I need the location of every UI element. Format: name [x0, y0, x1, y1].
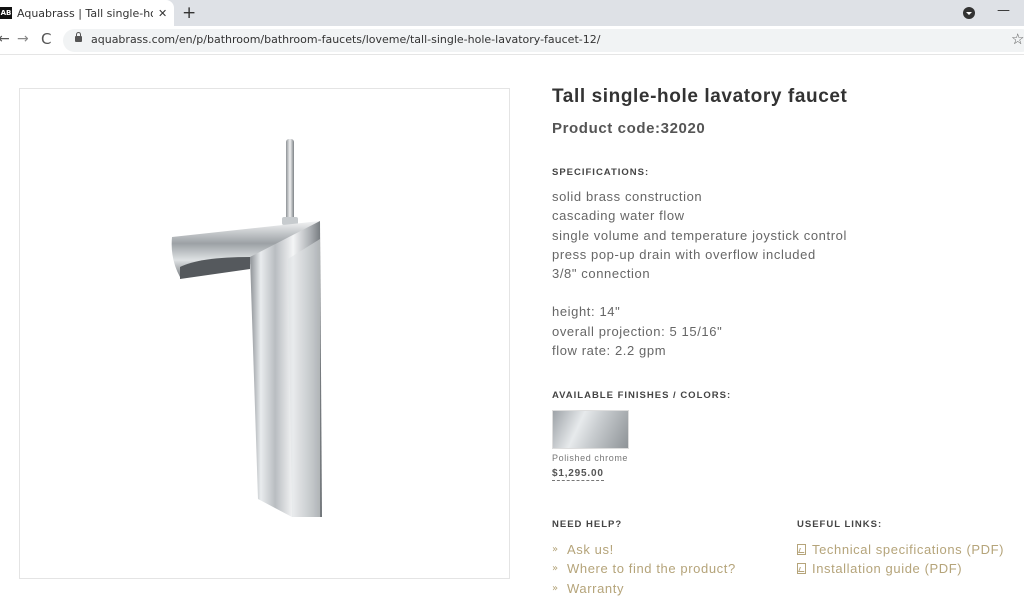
forward-button[interactable]: →	[17, 31, 29, 47]
dimension-item: flow rate: 2.2 gpm	[552, 343, 667, 359]
help-links: » Ask us! » Where to find the product? »…	[552, 540, 736, 598]
url-text[interactable]: aquabrass.com/en/p/bathroom/bathroom-fau…	[91, 33, 600, 46]
new-tab-button[interactable]: +	[182, 3, 196, 23]
chevron-right-icon: »	[552, 563, 558, 575]
specifications-heading: SPECIFICATIONS:	[552, 167, 650, 178]
useful-link-install-guide[interactable]: Installation guide (PDF)	[797, 559, 1004, 578]
product-image	[19, 88, 510, 579]
reload-button[interactable]: C	[41, 30, 51, 48]
close-tab-icon[interactable]: ✕	[158, 7, 167, 20]
minimize-window-button[interactable]: —	[997, 3, 1010, 18]
feature-list: solid brass construction cascading water…	[552, 187, 1022, 283]
link-label[interactable]: Warranty	[567, 579, 624, 598]
dimension-item: overall projection: 5 15/16"	[552, 323, 723, 339]
product-code: Product code:32020	[552, 120, 706, 137]
browser-toolbar: ← → C aquabrass.com/en/p/bathroom/bathro…	[0, 26, 1024, 55]
feature-item: cascading water flow	[552, 208, 685, 224]
dimension-item: height: 14"	[552, 304, 621, 320]
profile-menu-icon[interactable]	[963, 7, 975, 19]
product-title: Tall single-hole lavatory faucet	[552, 86, 848, 107]
browser-tabbar: AB Aquabrass | Tall single-hole lavat ✕ …	[0, 0, 1024, 26]
feature-item: 3/8" connection	[552, 266, 651, 282]
bookmark-star-icon[interactable]: ☆	[1011, 30, 1024, 48]
site-favicon: AB	[0, 7, 12, 19]
tab-title: Aquabrass | Tall single-hole lavat	[17, 6, 153, 20]
feature-item: solid brass construction	[552, 189, 703, 204]
dimension-list: height: 14" overall projection: 5 15/16"…	[552, 302, 1022, 360]
useful-links-heading: USEFUL LINKS:	[797, 519, 883, 530]
faucet-illustration	[171, 139, 322, 517]
link-label[interactable]: Technical specifications (PDF)	[812, 540, 1004, 559]
useful-links: Technical specifications (PDF) Installat…	[797, 540, 1004, 579]
address-bar[interactable]: aquabrass.com/en/p/bathroom/bathroom-fau…	[63, 29, 1024, 52]
product-price[interactable]: $1,295.00	[552, 468, 604, 481]
need-help-heading: NEED HELP?	[552, 519, 623, 530]
finish-name: Polished chrome	[552, 453, 629, 463]
link-label[interactable]: Ask us!	[567, 540, 614, 559]
pdf-icon	[797, 563, 806, 575]
link-label[interactable]: Installation guide (PDF)	[812, 559, 962, 578]
finish-swatch-polished-chrome[interactable]	[552, 410, 629, 449]
feature-item: single volume and temperature joystick c…	[552, 227, 847, 243]
browser-tab[interactable]: AB Aquabrass | Tall single-hole lavat ✕	[0, 0, 174, 26]
pdf-icon	[797, 544, 806, 556]
help-link-ask-us[interactable]: » Ask us!	[552, 540, 736, 559]
help-link-where-to-find[interactable]: » Where to find the product?	[552, 559, 736, 578]
useful-link-tech-specs[interactable]: Technical specifications (PDF)	[797, 540, 1004, 559]
feature-item: press pop-up drain with overflow include…	[552, 246, 816, 262]
product-details: Tall single-hole lavatory faucet Product…	[552, 86, 1022, 360]
lock-icon[interactable]	[75, 32, 82, 42]
finishes-heading: AVAILABLE FINISHES / COLORS:	[552, 390, 732, 401]
back-button[interactable]: ←	[0, 31, 10, 47]
help-link-warranty[interactable]: » Warranty	[552, 579, 736, 598]
chevron-right-icon: »	[552, 582, 558, 594]
chevron-right-icon: »	[552, 544, 558, 555]
link-label[interactable]: Where to find the product?	[567, 559, 736, 578]
